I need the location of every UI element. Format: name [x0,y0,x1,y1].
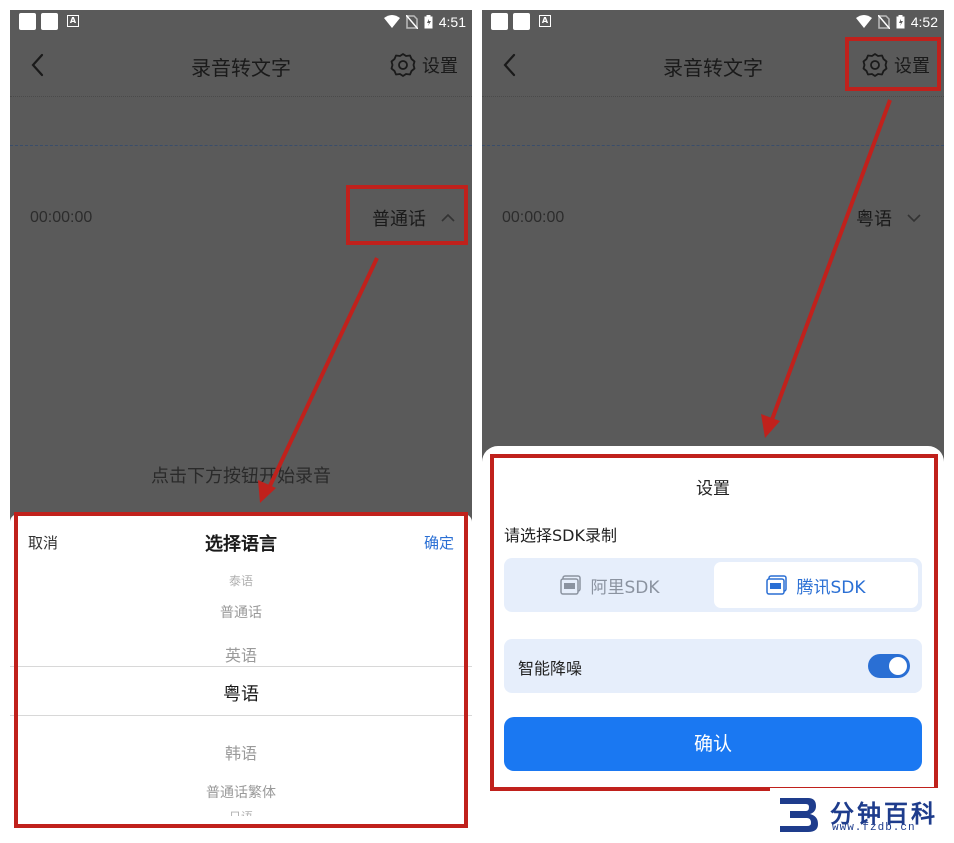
clock: 4:52 [910,14,938,30]
picker-option[interactable]: 普通话 [10,602,472,622]
no-sim-icon [405,15,418,29]
watermark-url: www.fzdb.cn [832,822,916,834]
settings-label: 设置 [422,56,458,77]
wifi-icon [383,15,400,28]
picker-option[interactable]: 泰语 [10,572,472,589]
language-selector[interactable]: 粤语 [856,206,922,230]
language-wheel[interactable]: 泰语 普通话 英语 粤语 韩语 普通话繁体 日语 [10,564,472,816]
confirm-button[interactable]: 确认 [504,717,922,771]
record-hint: 点击下方按钮开始录音 [151,466,331,487]
phone-screen-language-picker: A 4:51 录音转文字 设置 00:00:00 普通话 点击下方按钮开始录音 … [10,10,472,830]
chevron-down-icon [907,214,921,223]
picker-option[interactable]: 日语 [10,808,472,816]
a-icon: A [539,15,551,27]
no-sim-icon [877,15,890,29]
status-bar: A 4:51 [10,10,472,34]
ok-button[interactable]: 确定 [424,532,454,553]
waveform-ruler [482,96,944,104]
gear-icon [862,53,888,77]
app-header: 录音转文字 设置 [10,40,472,90]
sdk-icon [766,575,788,595]
a-icon: A [67,15,79,27]
wifi-icon [855,15,872,28]
watermark: 分钟百科 www.fzdb.cn [770,788,954,843]
settings-sheet: 设置 请选择SDK录制 阿里SDK 腾讯SDK 智能降噪 确认 [482,446,944,830]
waveform-baseline [482,145,944,146]
settings-label: 设置 [894,56,930,77]
notification-icon [513,13,530,30]
sheet-header: 取消 选择语言 确定 [10,530,472,556]
language-label: 普通话 [372,209,426,230]
picker-option[interactable]: 韩语 [10,740,472,764]
sheet-title: 选择语言 [205,534,277,555]
picker-option-selected[interactable]: 粤语 [10,680,472,706]
language-label: 粤语 [856,209,892,230]
waveform-baseline [10,145,472,146]
battery-icon [424,15,433,29]
notification-icon [41,13,58,30]
notification-icon [491,13,508,30]
sdk-segmented-control: 阿里SDK 腾讯SDK [504,558,922,612]
phone-screen-settings: A 4:52 录音转文字 设置 00:00:00 粤语 设置 请选择SDK录制 … [482,10,944,830]
language-picker-sheet: 取消 选择语言 确定 泰语 普通话 英语 粤语 韩语 普通话繁体 日语 [10,514,472,830]
watermark-logo [780,798,818,832]
sdk-option-label: 阿里SDK [590,577,660,598]
picker-option[interactable]: 英语 [10,642,472,666]
clock: 4:51 [438,14,466,30]
settings-button[interactable]: 设置 [862,50,930,80]
recording-timer: 00:00:00 [30,209,93,226]
denoise-row: 智能降噪 [504,639,922,693]
sheet-title: 设置 [696,479,730,499]
battery-icon [896,15,905,29]
toggle-knob [889,657,907,675]
app-header: 录音转文字 设置 [482,40,944,90]
gear-icon [390,53,416,77]
language-selector[interactable]: 普通话 [372,206,456,230]
denoise-label: 智能降噪 [518,659,583,678]
sdk-option-label: 腾讯SDK [796,577,866,598]
waveform-ruler [10,96,472,104]
sdk-option-ali[interactable]: 阿里SDK [508,562,712,608]
sdk-icon [560,575,582,595]
settings-button[interactable]: 设置 [390,50,458,80]
denoise-toggle[interactable] [868,654,910,678]
status-bar: A 4:52 [482,10,944,34]
sdk-option-tencent[interactable]: 腾讯SDK [714,562,918,608]
picker-option[interactable]: 普通话繁体 [10,782,472,802]
notification-icon [19,13,36,30]
sdk-label: 请选择SDK录制 [504,526,617,545]
recording-timer: 00:00:00 [502,209,565,226]
chevron-up-icon [441,213,455,222]
